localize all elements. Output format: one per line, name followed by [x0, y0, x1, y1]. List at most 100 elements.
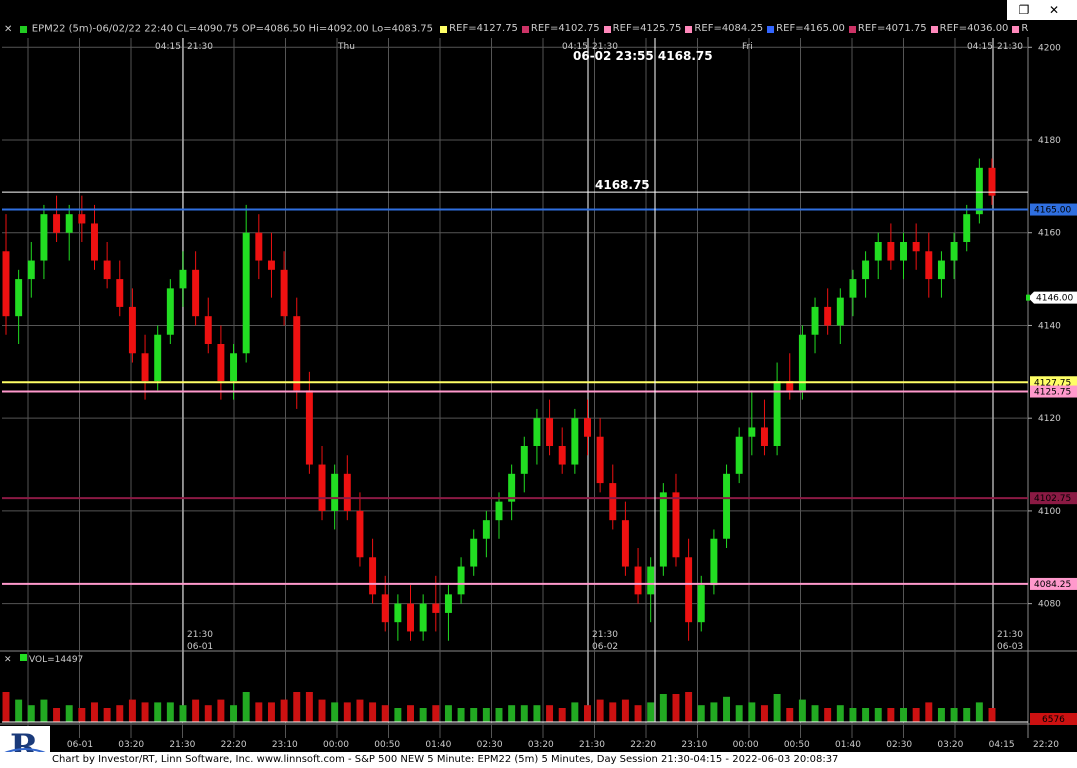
volume-bar	[267, 702, 275, 722]
candle-body	[432, 603, 440, 613]
volume-bar	[824, 708, 832, 722]
volume-bar	[735, 705, 743, 722]
candle-body	[900, 242, 907, 261]
volume-bar	[874, 708, 882, 722]
candle-body	[672, 492, 680, 558]
candle-body	[988, 167, 996, 196]
volume-bar	[53, 708, 61, 722]
candle-body	[318, 464, 326, 511]
volume-bar	[672, 694, 680, 722]
candle-body	[65, 214, 73, 233]
candle-body	[192, 269, 200, 317]
candle-body	[280, 269, 288, 317]
candle-body	[242, 232, 250, 354]
volume-bar	[356, 699, 364, 722]
volume-bar	[318, 699, 326, 722]
volume-bar	[141, 702, 149, 722]
time-axis-label: 00:50	[374, 740, 400, 750]
candle-body	[179, 269, 187, 289]
volume-close-icon: ✕	[4, 655, 12, 665]
price-tick-label: 4120	[1038, 414, 1061, 424]
candle-body	[748, 427, 756, 437]
volume-bar	[293, 692, 301, 722]
candle-body	[950, 242, 958, 261]
volume-bar	[533, 705, 541, 722]
candle-body	[53, 214, 61, 233]
volume-bar	[811, 705, 819, 722]
volume-bar	[78, 708, 86, 722]
candle-body	[141, 353, 149, 382]
candle-body	[596, 436, 604, 484]
candle-body	[963, 214, 971, 242]
session-start-label: 21:30	[187, 42, 213, 52]
price-tick-label: 4160	[1038, 229, 1061, 239]
candle-body	[495, 501, 503, 521]
last-price-marker	[1026, 294, 1030, 301]
volume-bar	[305, 692, 313, 722]
volume-bar	[634, 705, 642, 722]
volume-bar	[116, 705, 124, 722]
candle-body	[659, 492, 667, 567]
volume-bar	[470, 708, 478, 722]
volume-bar	[65, 705, 73, 722]
reference-price-label: 4125.75	[1034, 388, 1071, 398]
candle-body	[584, 418, 591, 437]
candle-body	[103, 260, 111, 280]
volume-bar	[937, 708, 945, 722]
candle-body	[15, 279, 23, 317]
volume-bar	[621, 699, 629, 722]
volume-bar	[204, 705, 212, 722]
candle-body	[760, 427, 768, 446]
volume-bar	[103, 708, 111, 722]
candle-body	[533, 418, 541, 446]
candle-body	[520, 446, 528, 474]
time-axis-label: 01:40	[835, 740, 861, 750]
volume-bar	[963, 708, 971, 722]
candle-body	[647, 566, 655, 595]
candle-body	[343, 473, 351, 511]
volume-axis-label: 6576	[1042, 715, 1065, 725]
candle-body	[685, 557, 693, 623]
volume-bar	[685, 692, 693, 722]
volume-bar	[457, 708, 465, 722]
volume-bar	[192, 699, 200, 722]
candle-body	[381, 594, 389, 623]
session-date-label: 06-03	[997, 642, 1023, 652]
candle-body	[558, 446, 566, 465]
volume-bar	[697, 705, 705, 722]
candle-body	[128, 306, 136, 354]
time-axis-label: 03:20	[118, 740, 144, 750]
price-tick-label: 4100	[1038, 507, 1061, 517]
crosshair-readout: 06-02 23:55 4168.75	[573, 49, 713, 63]
volume-bar	[230, 705, 238, 722]
volume-bar	[950, 708, 958, 722]
reference-price-label: 4165.00	[1034, 206, 1071, 216]
volume-bar	[546, 705, 554, 722]
volume-bar	[255, 702, 263, 722]
candle-body	[356, 510, 364, 558]
volume-bar	[166, 702, 174, 722]
price-chart[interactable]: 4200 4180 4160 4140 4120 4100 4080 04:15 21:30 04…	[0, 0, 1077, 768]
volume-bar	[91, 702, 98, 722]
candle-body	[609, 483, 617, 521]
footer-bar: Chart by Investor/RT, Linn Software, Inc…	[0, 752, 1077, 768]
volume-bar	[407, 705, 414, 722]
price-panel	[0, 37, 1077, 651]
candle-body	[697, 585, 705, 623]
volume-bar	[900, 708, 907, 722]
volume-bar	[659, 694, 667, 722]
candle-body	[849, 279, 857, 298]
volume-bar	[862, 708, 870, 722]
session-time-label: 21:30	[592, 630, 618, 640]
volume-bar	[242, 692, 250, 722]
volume-bar	[217, 699, 225, 722]
volume-bar	[154, 702, 162, 722]
volume-bar	[609, 702, 617, 722]
candle-body	[2, 251, 10, 317]
price-tick-label: 4180	[1038, 136, 1061, 146]
time-axis-label: 00:00	[733, 740, 759, 750]
candle-body	[836, 297, 844, 326]
candle-body	[230, 353, 238, 382]
candle-body	[331, 473, 339, 511]
volume-bar	[27, 705, 35, 722]
